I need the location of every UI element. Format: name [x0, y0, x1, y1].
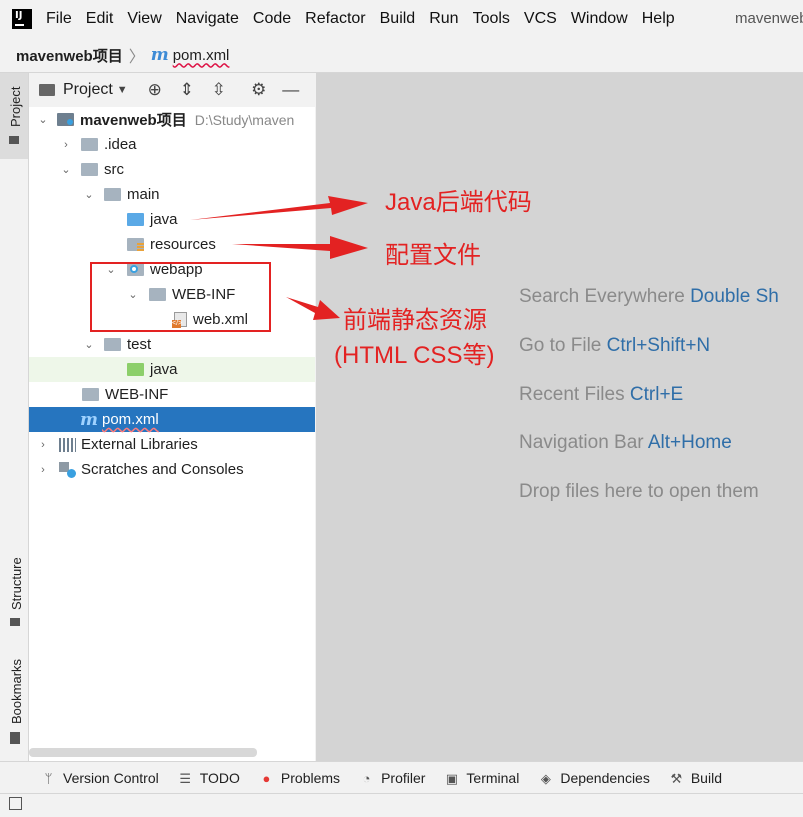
terminal-icon: ▣ [445, 770, 459, 786]
profiler-label: Profiler [381, 770, 426, 786]
annotation-frontend-line2: (HTML CSS等) [334, 342, 495, 369]
dependencies-label: Dependencies [560, 770, 650, 786]
profiler-button[interactable]: ◔ Profiler [360, 770, 426, 786]
todo-button[interactable]: ☰ TODO [179, 770, 240, 786]
annotation-arrows [190, 196, 368, 320]
dependencies-button[interactable]: ◈ Dependencies [539, 770, 650, 786]
terminal-label: Terminal [466, 770, 520, 786]
branch-icon: ᛘ [44, 770, 53, 786]
dependencies-icon: ◈ [540, 770, 551, 786]
arrow-frontend [286, 297, 340, 320]
todo-label: TODO [199, 770, 240, 786]
profiler-icon: ◔ [362, 770, 371, 786]
annotation-java-backend: Java后端代码 [385, 189, 532, 216]
problems-button[interactable]: ● Problems [260, 770, 340, 786]
annotation-frontend-line1: 前端静态资源 [343, 307, 487, 334]
version-control-button[interactable]: ᛘ Version Control [42, 770, 159, 786]
build-label: Build [690, 770, 722, 786]
arrow-config [232, 236, 368, 259]
annotation-config-files: 配置文件 [385, 242, 481, 269]
status-bar [0, 793, 803, 817]
hammer-icon: ⚒ [670, 770, 683, 786]
problems-label: Problems [280, 770, 341, 786]
version-control-label: Version Control [63, 770, 159, 786]
toggle-tool-windows-icon[interactable] [9, 797, 22, 810]
build-button[interactable]: ⚒ Build [670, 770, 722, 786]
arrow-java [190, 196, 368, 220]
list-icon: ☰ [179, 770, 192, 786]
error-icon: ● [262, 770, 271, 786]
terminal-button[interactable]: ▣ Terminal [445, 770, 520, 786]
bottom-tool-bar: ᛘ Version Control ☰ TODO ● Problems ◔ Pr… [0, 761, 803, 794]
